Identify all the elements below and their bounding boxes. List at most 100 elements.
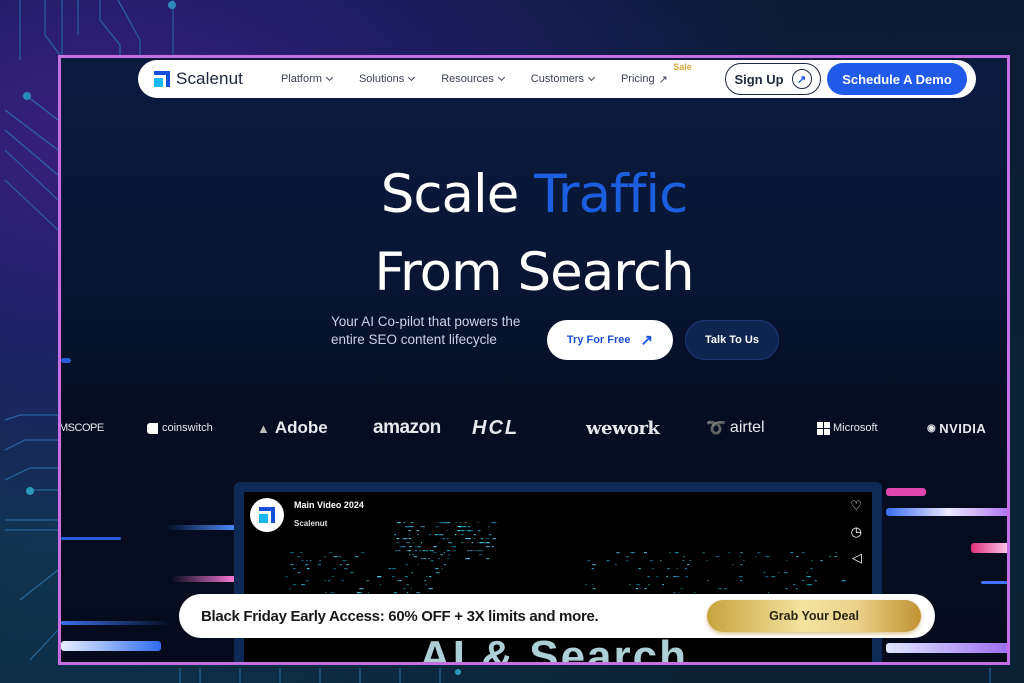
particle — [417, 564, 419, 566]
nav-item-label: Pricing — [620, 73, 655, 85]
glow-streak — [61, 641, 161, 651]
logo-text: wework — [586, 417, 660, 439]
particle — [446, 538, 449, 540]
heart-icon[interactable]: ♡ — [850, 498, 862, 514]
particle — [420, 526, 424, 528]
microsoft-icon — [817, 421, 830, 435]
logo-text: Adobe — [274, 418, 328, 437]
sign-up-button[interactable]: Sign Up ↗ — [725, 63, 821, 95]
grab-deal-button[interactable]: Grab Your Deal — [707, 600, 921, 632]
particle — [771, 576, 776, 578]
particle — [486, 538, 491, 540]
channel-avatar[interactable] — [250, 498, 284, 532]
particle — [459, 522, 461, 524]
particle — [492, 538, 496, 540]
particle — [667, 568, 670, 570]
particle — [394, 534, 397, 536]
particle — [467, 550, 470, 552]
particle — [408, 554, 411, 556]
particle — [687, 564, 690, 566]
nav-item-solutions[interactable]: Solutions — [359, 73, 416, 85]
glow-streak — [61, 621, 171, 625]
share-icon[interactable]: ◁ — [852, 550, 862, 566]
particle — [425, 584, 428, 586]
clock-icon[interactable]: ◷ — [851, 524, 862, 540]
particle — [689, 560, 692, 562]
particle — [675, 576, 680, 578]
particle — [835, 552, 838, 554]
particle — [392, 576, 395, 578]
particle — [447, 558, 449, 560]
particle — [424, 550, 429, 552]
particle — [333, 556, 335, 558]
scalenut-logo-icon — [154, 71, 170, 87]
particle — [742, 560, 745, 562]
particle — [423, 526, 425, 528]
particle — [414, 546, 416, 548]
nav-item-resources[interactable]: Resources — [441, 73, 505, 85]
promo-banner: Black Friday Early Access: 60% OFF + 3X … — [179, 594, 935, 638]
particle — [479, 554, 483, 556]
particle — [429, 588, 433, 590]
glow-streak — [981, 581, 1007, 584]
particle — [452, 550, 457, 552]
video-channel[interactable]: Scalenut — [294, 519, 327, 528]
logo-text: MSCOPE — [59, 422, 104, 434]
particle — [626, 556, 629, 558]
try-for-free-button[interactable]: Try For Free ↗ — [547, 320, 673, 360]
arrow-up-right-icon: ↗ — [658, 73, 668, 86]
particle — [488, 526, 490, 528]
particle — [379, 584, 382, 586]
schedule-demo-button[interactable]: Schedule A Demo — [827, 63, 967, 95]
particle — [465, 558, 468, 560]
particle — [429, 550, 434, 552]
logo-text: airtel — [729, 419, 765, 436]
logo-adobe: ▲ Adobe — [257, 413, 328, 443]
particle — [306, 560, 308, 562]
particle — [455, 534, 457, 536]
particle — [350, 572, 354, 574]
talk-to-us-button[interactable]: Talk To Us — [685, 320, 779, 360]
chevron-down-icon — [408, 73, 416, 82]
particle — [784, 572, 788, 574]
particle — [289, 588, 291, 590]
particle — [435, 526, 439, 528]
particle — [433, 552, 437, 554]
try-for-free-label: Try For Free — [566, 334, 631, 346]
nav-item-customers[interactable]: Customers — [531, 73, 596, 85]
particle — [461, 542, 464, 544]
particle — [403, 522, 406, 524]
scalenut-logo[interactable]: Scalenut — [154, 69, 243, 89]
nav-menu: Platform Solutions Resources Customers P… — [281, 62, 695, 86]
nav-item-pricing[interactable]: Pricing ↗ Sale — [620, 62, 692, 86]
particle — [443, 564, 446, 566]
particle — [300, 552, 303, 554]
particle — [342, 560, 347, 562]
particle — [413, 556, 418, 558]
particle — [739, 556, 741, 558]
particle — [412, 554, 415, 556]
nav-item-platform[interactable]: Platform — [281, 73, 333, 85]
particle — [491, 546, 494, 548]
particle — [409, 546, 412, 548]
logo-airtel: ➰ airtel — [706, 413, 765, 443]
particle — [377, 576, 381, 578]
particle — [319, 560, 321, 562]
logo-coinswitch: coinswitch — [147, 413, 213, 443]
particle — [298, 572, 301, 574]
particle — [394, 550, 399, 552]
particle — [606, 560, 609, 562]
particle — [410, 522, 414, 524]
particle — [660, 560, 662, 562]
particle — [467, 526, 471, 528]
particle — [738, 576, 743, 578]
particle — [410, 588, 412, 590]
particle — [437, 542, 440, 544]
video-title[interactable]: Main Video 2024 — [294, 500, 364, 510]
particle — [656, 576, 659, 578]
particle — [309, 560, 312, 562]
video-player[interactable]: Main Video 2024 Scalenut ♡ ◷ ◁ AI & Sear… — [244, 492, 872, 662]
chevron-down-icon — [587, 73, 596, 82]
logo-text: Microsoft — [833, 422, 878, 434]
particle — [684, 568, 687, 570]
